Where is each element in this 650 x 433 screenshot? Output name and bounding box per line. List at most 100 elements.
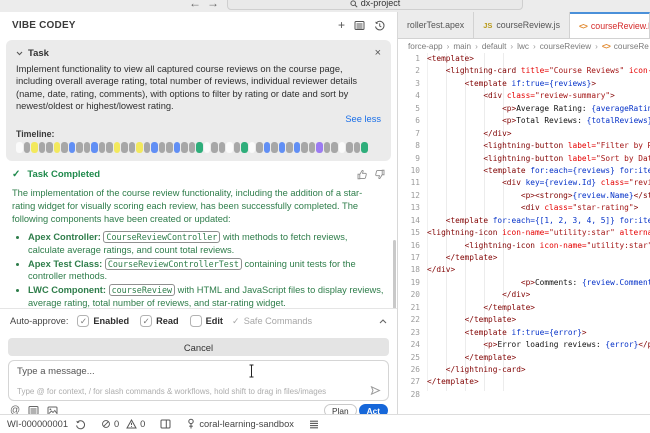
timeline-dot[interactable] xyxy=(339,142,346,153)
timeline-dot[interactable] xyxy=(121,142,128,153)
timeline-dot[interactable] xyxy=(174,142,181,153)
timeline-dot[interactable] xyxy=(316,142,323,153)
panel-scrollbar[interactable] xyxy=(393,240,396,318)
breadcrumb-item[interactable]: courseReview xyxy=(540,42,591,51)
sync-icon[interactable] xyxy=(75,419,86,430)
timeline-dot[interactable] xyxy=(241,142,248,153)
timeline-dot[interactable] xyxy=(211,142,218,153)
cancel-button[interactable]: Cancel xyxy=(8,338,389,356)
code-area[interactable]: 1<template>2 <lightning-card title="Cour… xyxy=(398,53,650,414)
timeline-dot[interactable] xyxy=(361,142,368,153)
timeline-dot[interactable] xyxy=(189,142,196,153)
timeline-dot[interactable] xyxy=(99,142,106,153)
timeline-dot[interactable] xyxy=(144,142,151,153)
back-arrow-icon[interactable]: ← xyxy=(189,0,201,10)
timeline-dot[interactable] xyxy=(136,142,143,153)
auto-approve-option[interactable]: ✓Read xyxy=(140,315,178,327)
breadcrumb-file[interactable]: courseRe xyxy=(614,42,649,51)
tab-rollerTest.apex[interactable]: rollerTest.apex xyxy=(398,12,474,38)
code-line: 12 <p><strong>{review.Name}</strong></p> xyxy=(398,190,650,202)
timeline-dot[interactable] xyxy=(24,142,31,153)
message-input[interactable]: Type a message... Type @ for context, / … xyxy=(8,360,389,401)
code-line: 4 <div class="review-summary"> xyxy=(398,90,650,102)
timeline-dot[interactable] xyxy=(91,142,98,153)
timeline-dot[interactable] xyxy=(166,142,173,153)
timeline-dot[interactable] xyxy=(61,142,68,153)
project-search-box[interactable]: dx-project xyxy=(227,0,523,10)
timeline[interactable] xyxy=(16,142,381,153)
checkbox-checked[interactable]: ✓ xyxy=(140,315,152,327)
timeline-dot[interactable] xyxy=(271,142,278,153)
chevron-up-icon[interactable] xyxy=(379,319,387,324)
timeline-dot[interactable] xyxy=(346,142,353,153)
work-item-status[interactable]: WI-000000001 xyxy=(7,419,68,429)
timeline-dot[interactable] xyxy=(256,142,263,153)
org-status[interactable]: coral-learning-sandbox xyxy=(186,418,294,430)
tab-courseReview.htm[interactable]: <>courseReview.htm xyxy=(570,12,650,38)
chevron-down-icon[interactable] xyxy=(16,51,23,56)
timeline-dot[interactable] xyxy=(46,142,53,153)
timeline-dot[interactable] xyxy=(219,142,226,153)
timeline-dot[interactable] xyxy=(54,142,61,153)
code-line: 14 <template for:each={[1, 2, 3, 4, 5]} … xyxy=(398,215,650,227)
timeline-dot[interactable] xyxy=(294,142,301,153)
mention-icon[interactable]: @ xyxy=(10,405,20,414)
check-icon: ✓ xyxy=(12,169,20,180)
timeline-dot[interactable] xyxy=(249,142,256,153)
breadcrumb-item[interactable]: default xyxy=(482,42,507,51)
history-icon[interactable] xyxy=(374,20,385,31)
timeline-dot[interactable] xyxy=(286,142,293,153)
html-file-icon: <> xyxy=(602,41,610,51)
send-icon[interactable] xyxy=(370,385,381,396)
menu-icon[interactable] xyxy=(309,420,319,429)
task-card-title: Task xyxy=(28,48,49,59)
warnings-status[interactable]: 0 xyxy=(126,419,145,429)
timeline-dot[interactable] xyxy=(151,142,158,153)
timeline-dot[interactable] xyxy=(129,142,136,153)
thumbs-down-icon[interactable] xyxy=(374,169,385,180)
timeline-dot[interactable] xyxy=(264,142,271,153)
editor-layout-icon[interactable] xyxy=(160,419,171,429)
breadcrumb-item[interactable]: force-app xyxy=(408,42,443,51)
timeline-dot[interactable] xyxy=(301,142,308,153)
timeline-dot[interactable] xyxy=(204,142,211,153)
act-mode-button[interactable]: Act xyxy=(359,404,388,414)
see-less-link[interactable]: See less xyxy=(16,114,381,124)
code-line: 25 </template> xyxy=(398,352,650,364)
timeline-dot[interactable] xyxy=(181,142,188,153)
timeline-dot[interactable] xyxy=(309,142,316,153)
breadcrumb[interactable]: force-app›main›default›lwc›courseReview›… xyxy=(398,39,650,53)
timeline-dot[interactable] xyxy=(331,142,338,153)
timeline-dot[interactable] xyxy=(196,142,203,153)
timeline-dot[interactable] xyxy=(324,142,331,153)
timeline-dot[interactable] xyxy=(76,142,83,153)
timeline-dot[interactable] xyxy=(16,142,23,153)
errors-status[interactable]: 0 xyxy=(101,419,119,429)
checkbox-unchecked[interactable] xyxy=(190,315,202,327)
close-icon[interactable]: × xyxy=(375,47,381,59)
timeline-dot[interactable] xyxy=(106,142,113,153)
breadcrumb-item[interactable]: lwc xyxy=(517,42,529,51)
timeline-dot[interactable] xyxy=(39,142,46,153)
timeline-dot[interactable] xyxy=(114,142,121,153)
thumbs-up-icon[interactable] xyxy=(357,169,368,180)
timeline-dot[interactable] xyxy=(354,142,361,153)
auto-approve-option[interactable]: Edit xyxy=(190,315,223,327)
timeline-dot[interactable] xyxy=(31,142,38,153)
forward-arrow-icon[interactable]: → xyxy=(207,0,219,10)
task-list-icon[interactable] xyxy=(354,20,365,31)
checkbox-checked[interactable]: ✓ xyxy=(77,315,89,327)
auto-approve-option[interactable]: ✓Enabled xyxy=(77,315,129,327)
breadcrumb-item[interactable]: main xyxy=(453,42,471,51)
timeline-dot[interactable] xyxy=(226,142,233,153)
timeline-dot[interactable] xyxy=(159,142,166,153)
list-icon[interactable] xyxy=(28,405,39,414)
plan-mode-button[interactable]: Plan xyxy=(324,404,357,414)
tab-courseReview.js[interactable]: JScourseReview.js xyxy=(474,12,570,38)
timeline-dot[interactable] xyxy=(234,142,241,153)
timeline-dot[interactable] xyxy=(69,142,76,153)
new-task-icon[interactable]: + xyxy=(338,19,345,31)
timeline-dot[interactable] xyxy=(84,142,91,153)
image-icon[interactable] xyxy=(47,405,58,414)
timeline-dot[interactable] xyxy=(279,142,286,153)
